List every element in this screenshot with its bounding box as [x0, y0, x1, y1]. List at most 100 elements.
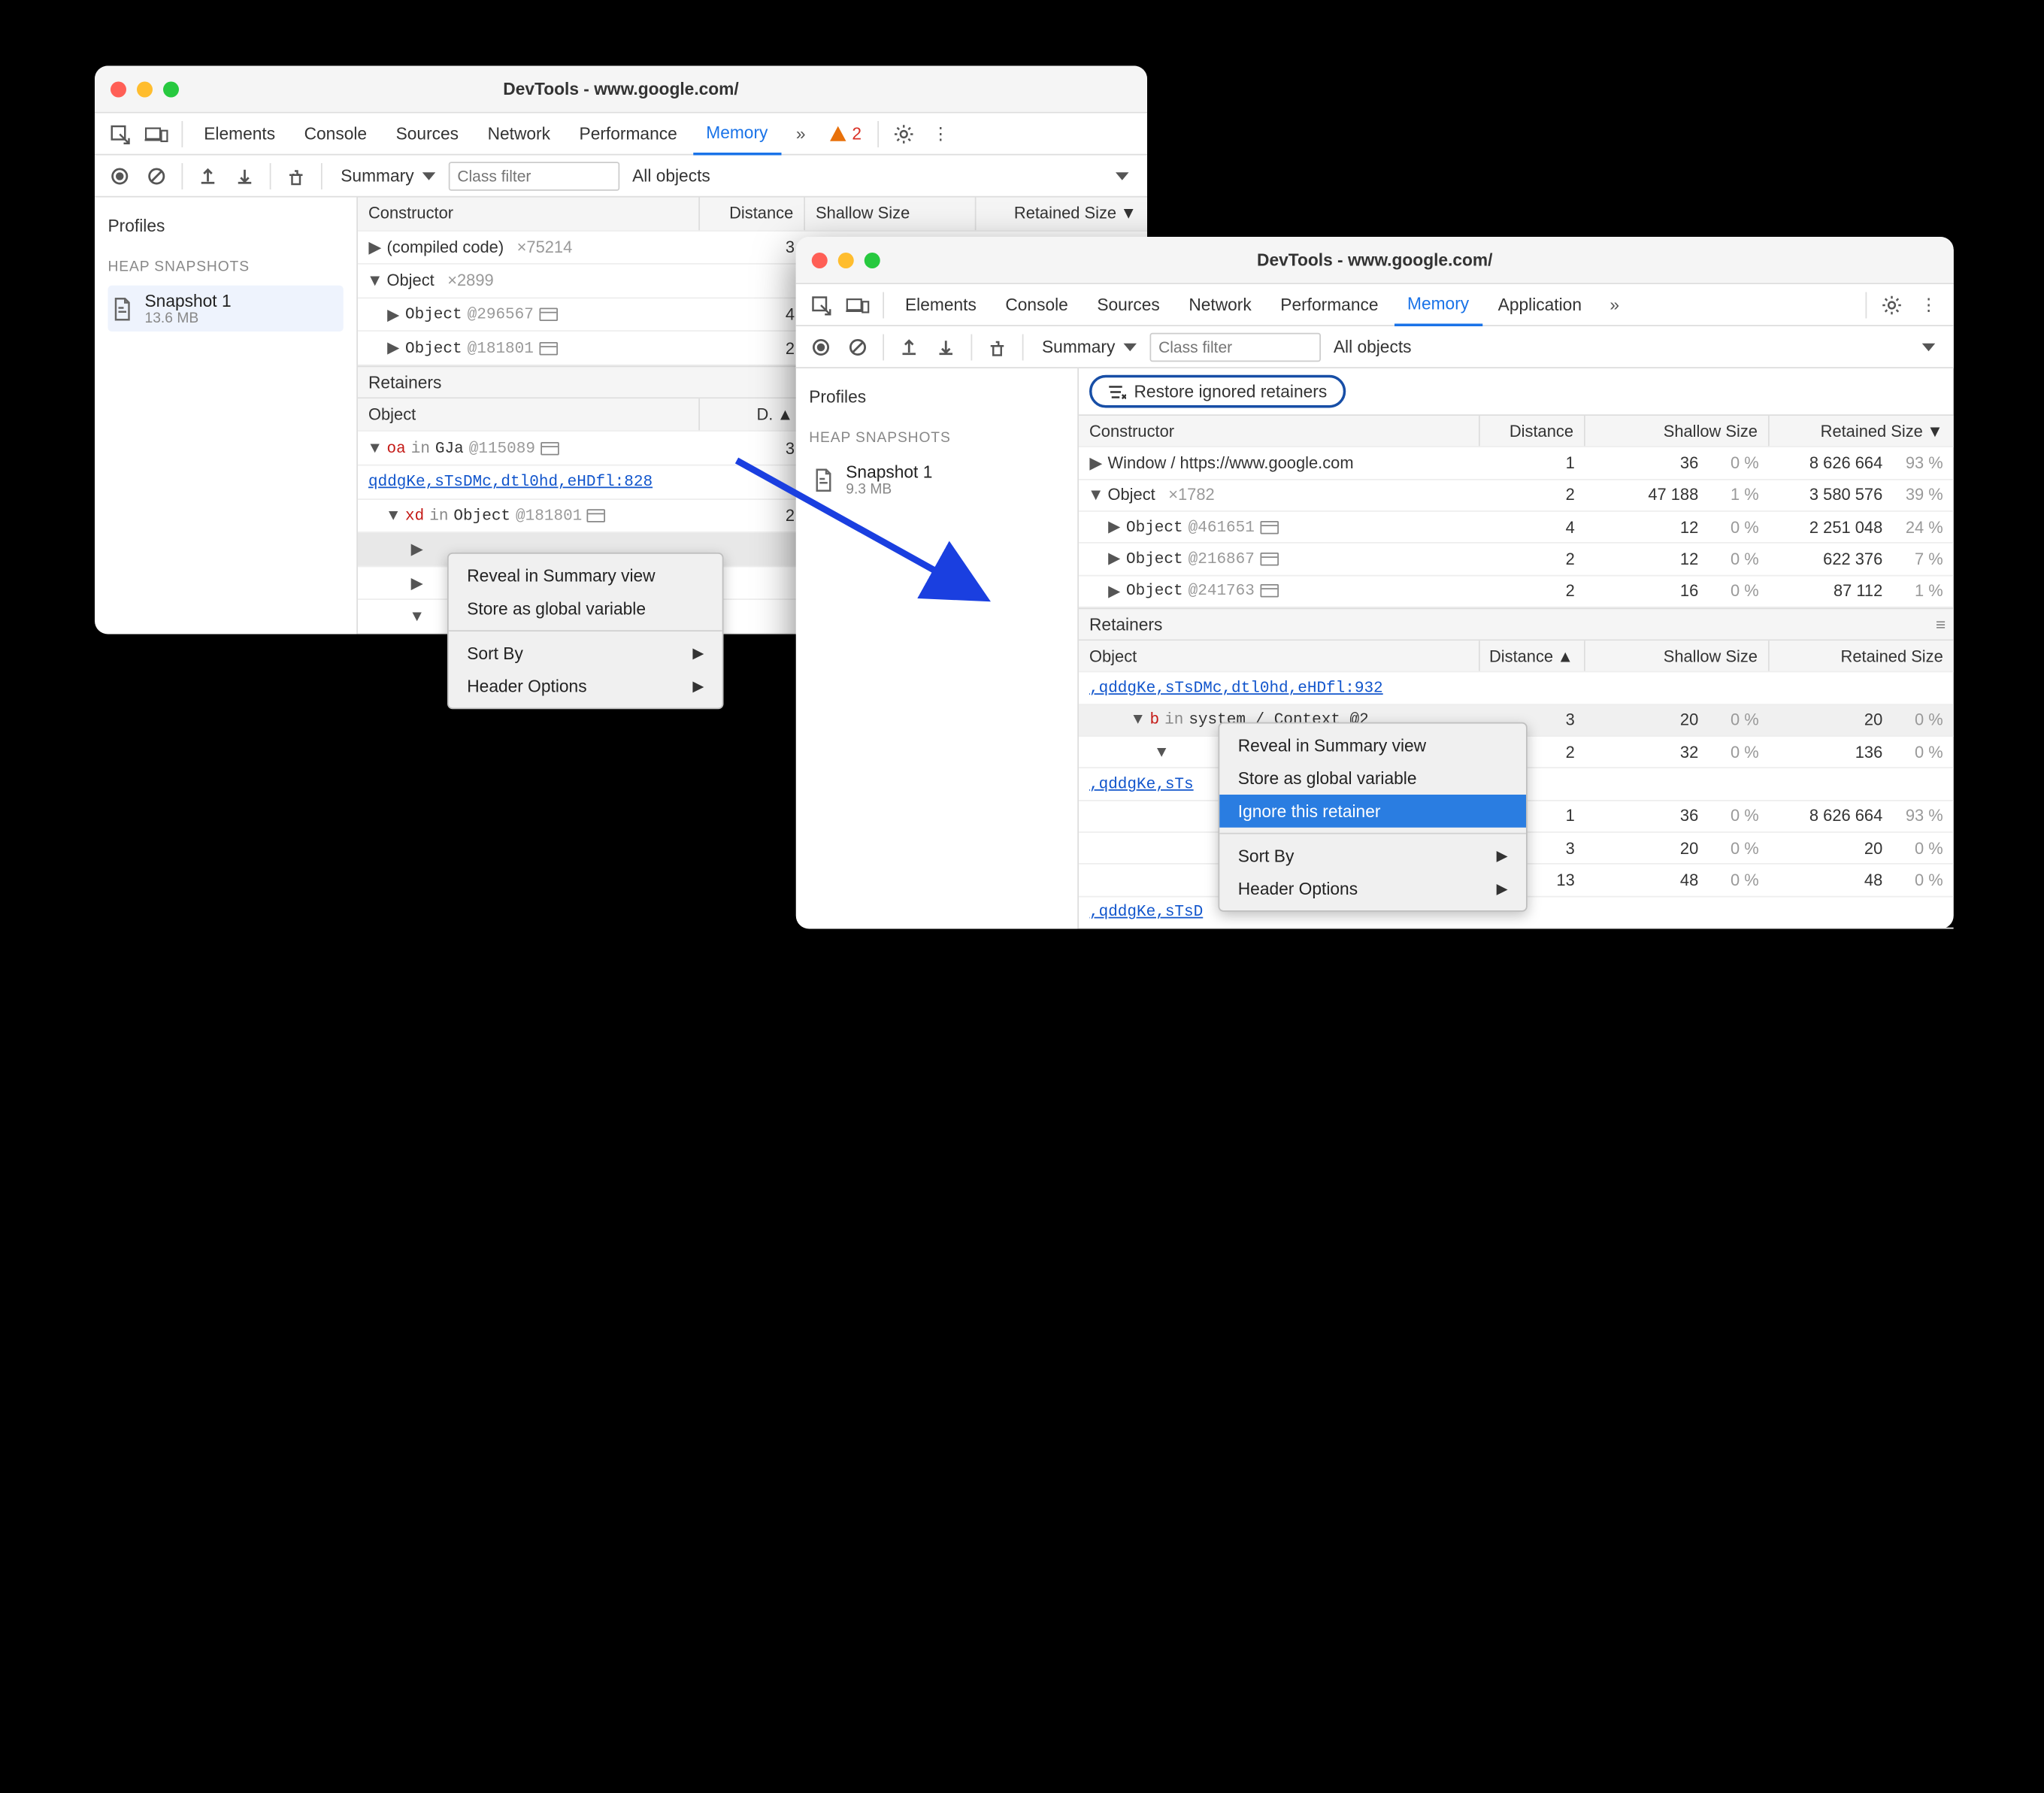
collapse-icon[interactable]: ▼ — [1155, 743, 1169, 762]
col-retained[interactable]: Retained Size — [1770, 641, 1954, 671]
tab-console[interactable]: Console — [291, 113, 380, 155]
expand-icon[interactable]: ▶ — [1108, 581, 1122, 601]
device-toggle-icon[interactable] — [140, 117, 174, 151]
scope-dropdown-caret[interactable] — [1105, 161, 1140, 190]
expand-icon[interactable]: ▶ — [1108, 517, 1122, 537]
inspect-icon[interactable] — [103, 117, 138, 151]
tab-elements[interactable]: Elements — [892, 283, 990, 326]
expand-icon[interactable]: ▶ — [387, 304, 401, 324]
col-distance[interactable]: Distance — [700, 198, 805, 230]
tab-elements[interactable]: Elements — [191, 113, 289, 155]
memory-toolbar: Summary All objects — [95, 156, 1147, 198]
expand-icon[interactable]: ▶ — [410, 573, 424, 592]
kebab-menu-icon[interactable]: ⋮ — [923, 117, 958, 151]
tab-sources[interactable]: Sources — [1084, 283, 1173, 326]
object-row[interactable]: ▶Object @461651 4 120 % 2 251 04824 % — [1079, 512, 1954, 544]
expand-icon[interactable]: ▶ — [368, 238, 382, 257]
overflow-tabs-icon[interactable]: » — [1597, 287, 1632, 322]
maximize-window-button[interactable] — [865, 252, 880, 268]
menu-sort-by[interactable]: Sort By▶ — [1219, 840, 1526, 873]
scope-select[interactable]: All objects — [1323, 332, 1422, 362]
scope-select[interactable]: All objects — [622, 161, 721, 190]
col-constructor[interactable]: Constructor — [358, 198, 700, 230]
tab-console[interactable]: Console — [992, 283, 1081, 326]
collapse-icon[interactable]: ▼ — [1089, 486, 1103, 504]
expand-icon[interactable]: ▶ — [1108, 550, 1122, 569]
menu-reveal-summary[interactable]: Reveal in Summary view — [449, 559, 722, 592]
col-shallow[interactable]: Shallow Size — [805, 198, 977, 230]
col-distance[interactable]: Distance▲ — [1480, 641, 1585, 671]
col-distance[interactable]: D.▲ — [700, 398, 805, 431]
settings-icon[interactable] — [886, 117, 921, 151]
collapse-icon[interactable]: ▼ — [368, 271, 382, 290]
menu-header-options[interactable]: Header Options▶ — [1219, 872, 1526, 905]
expand-icon[interactable]: ▶ — [387, 338, 401, 358]
class-filter-input[interactable] — [448, 161, 619, 190]
record-icon[interactable] — [804, 329, 838, 364]
expand-icon[interactable]: ▶ — [410, 539, 424, 559]
restore-ignored-retainers-button[interactable]: Restore ignored retainers — [1089, 375, 1346, 408]
col-shallow[interactable]: Shallow Size — [1585, 641, 1770, 671]
inspect-icon[interactable] — [804, 287, 838, 322]
menu-store-global[interactable]: Store as global variable — [1219, 762, 1526, 795]
menu-sort-by[interactable]: Sort By▶ — [449, 637, 722, 670]
snapshot-item[interactable]: Snapshot 1 13.6 MB — [108, 286, 344, 332]
device-toggle-icon[interactable] — [840, 287, 875, 322]
export-icon[interactable] — [892, 329, 927, 364]
col-constructor[interactable]: Constructor — [1079, 416, 1480, 447]
menu-reveal-summary[interactable]: Reveal in Summary view — [1219, 729, 1526, 762]
collapse-icon[interactable]: ▼ — [387, 507, 401, 525]
close-window-button[interactable] — [111, 81, 126, 97]
constructor-row[interactable]: ▼Object×1782 2 47 1881 % 3 580 57639 % — [1079, 480, 1954, 512]
issues-badge[interactable]: 2 — [820, 124, 869, 144]
gc-icon[interactable] — [980, 329, 1015, 364]
collapse-icon[interactable]: ▼ — [410, 607, 424, 626]
tab-application[interactable]: Application — [1485, 283, 1594, 326]
tab-sources[interactable]: Sources — [383, 113, 471, 155]
retainer-context-menu: Reveal in Summary view Store as global v… — [447, 553, 724, 709]
clear-icon[interactable] — [140, 159, 174, 193]
collapse-icon[interactable]: ▼ — [1131, 710, 1145, 729]
kebab-menu-icon[interactable]: ⋮ — [1912, 287, 1946, 322]
scope-dropdown-caret[interactable] — [1912, 332, 1946, 362]
object-row[interactable]: ▶Object @241763 2 160 % 87 1121 % — [1079, 576, 1954, 608]
object-row[interactable]: ▶Object @216867 2 120 % 622 3767 % — [1079, 544, 1954, 576]
tab-network[interactable]: Network — [474, 113, 563, 155]
clear-icon[interactable] — [840, 329, 875, 364]
close-window-button[interactable] — [812, 252, 828, 268]
tab-network[interactable]: Network — [1176, 283, 1264, 326]
tab-performance[interactable]: Performance — [566, 113, 690, 155]
col-object[interactable]: Object — [1079, 641, 1480, 671]
settings-icon[interactable] — [1875, 287, 1909, 322]
import-icon[interactable] — [929, 329, 964, 364]
section-menu-icon[interactable]: ≡ — [1936, 614, 1946, 634]
collapse-icon[interactable]: ▼ — [368, 439, 382, 458]
col-retained[interactable]: Retained Size▼ — [1770, 416, 1954, 447]
overflow-tabs-icon[interactable]: » — [783, 117, 818, 151]
tab-memory[interactable]: Memory — [693, 113, 781, 155]
expand-icon[interactable]: ▶ — [1089, 453, 1103, 473]
export-icon[interactable] — [191, 159, 226, 193]
tab-memory[interactable]: Memory — [1394, 283, 1482, 326]
minimize-window-button[interactable] — [137, 81, 153, 97]
view-mode-select[interactable]: Summary — [330, 161, 445, 190]
import-icon[interactable] — [228, 159, 262, 193]
minimize-window-button[interactable] — [838, 252, 854, 268]
source-link-row[interactable]: ,qddgKe,sTsDMc,dtl0hd,eHDfl:932 — [1079, 673, 1954, 705]
menu-store-global[interactable]: Store as global variable — [449, 592, 722, 625]
col-object[interactable]: Object — [358, 398, 700, 431]
menu-header-options[interactable]: Header Options▶ — [449, 670, 722, 703]
record-icon[interactable] — [103, 159, 138, 193]
view-mode-select[interactable]: Summary — [1031, 332, 1146, 362]
col-shallow[interactable]: Shallow Size — [1585, 416, 1770, 447]
traffic-lights — [812, 252, 880, 268]
tab-performance[interactable]: Performance — [1267, 283, 1391, 326]
maximize-window-button[interactable] — [163, 81, 179, 97]
constructor-row[interactable]: ▶Window / https://www.google.com 1 360 %… — [1079, 448, 1954, 480]
class-filter-input[interactable] — [1149, 332, 1321, 362]
col-retained[interactable]: Retained Size▼ — [977, 198, 1148, 230]
submenu-arrow-icon: ▶ — [692, 645, 704, 662]
menu-ignore-retainer[interactable]: Ignore this retainer — [1219, 795, 1526, 828]
col-distance[interactable]: Distance — [1480, 416, 1585, 447]
gc-icon[interactable] — [279, 159, 313, 193]
